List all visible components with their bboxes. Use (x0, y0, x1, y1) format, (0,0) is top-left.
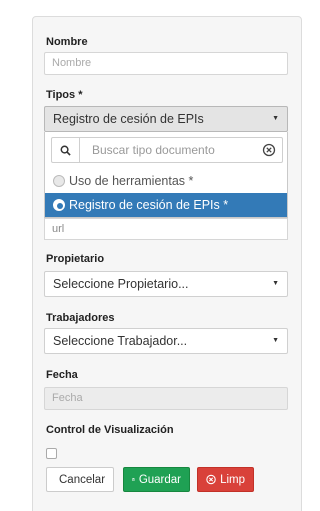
trabajadores-selected-value: Seleccione Trabajador... (53, 334, 188, 348)
nombre-input[interactable]: Nombre (44, 52, 288, 75)
search-icon (52, 138, 80, 162)
fecha-input: Fecha (44, 387, 288, 410)
clear-button[interactable]: Limp (197, 467, 254, 492)
tipos-label: Tipos * (46, 89, 83, 101)
fecha-label: Fecha (46, 369, 78, 381)
tipos-selected-value: Registro de cesión de EPIs (53, 112, 204, 126)
propietario-label: Propietario (46, 253, 105, 265)
floppy-disk-icon (132, 478, 135, 481)
control-visualizacion-label: Control de Visualización (46, 424, 174, 436)
cancel-label: Cancelar (59, 473, 106, 486)
save-label: Guardar (138, 473, 181, 486)
tipos-search-placeholder: Buscar tipo documento (92, 143, 215, 157)
radio-icon (53, 175, 65, 187)
url-placeholder: url (52, 223, 65, 235)
control-visualizacion-checkbox[interactable] (46, 448, 57, 459)
trabajadores-label: Trabajadores (46, 312, 115, 324)
tipos-dropdown: Buscar tipo documento Uso de herramienta… (44, 132, 288, 218)
close-circle-icon (206, 474, 216, 485)
tipos-search-input[interactable]: Buscar tipo documento (51, 137, 283, 163)
tipos-option-registro-cesion-epis[interactable]: Registro de cesión de EPIs * (45, 193, 287, 217)
radio-selected-icon (53, 199, 65, 211)
propietario-select[interactable]: Seleccione Propietario... ▼ (44, 271, 288, 297)
propietario-selected-value: Seleccione Propietario... (53, 277, 189, 291)
save-button[interactable]: Guardar (123, 467, 190, 492)
option-label: Registro de cesión de EPIs * (69, 198, 229, 212)
option-label: Uso de herramientas * (69, 174, 194, 188)
tipos-option-uso-herramientas: Uso de herramientas * (45, 169, 287, 193)
cancel-button[interactable]: Cancelar (46, 467, 114, 492)
url-input[interactable]: url (44, 218, 288, 240)
caret-down-icon: ▼ (272, 115, 279, 122)
nombre-label: Nombre (46, 36, 88, 48)
fecha-placeholder: Fecha (52, 392, 83, 404)
caret-down-icon: ▼ (272, 280, 279, 287)
clear-label: Limp (220, 473, 245, 486)
tipos-select[interactable]: Registro de cesión de EPIs ▼ (44, 106, 288, 132)
nombre-placeholder: Nombre (52, 57, 92, 69)
trabajadores-select[interactable]: Seleccione Trabajador... ▼ (44, 328, 288, 354)
clear-search-icon[interactable] (260, 141, 278, 159)
caret-down-icon: ▼ (272, 337, 279, 344)
